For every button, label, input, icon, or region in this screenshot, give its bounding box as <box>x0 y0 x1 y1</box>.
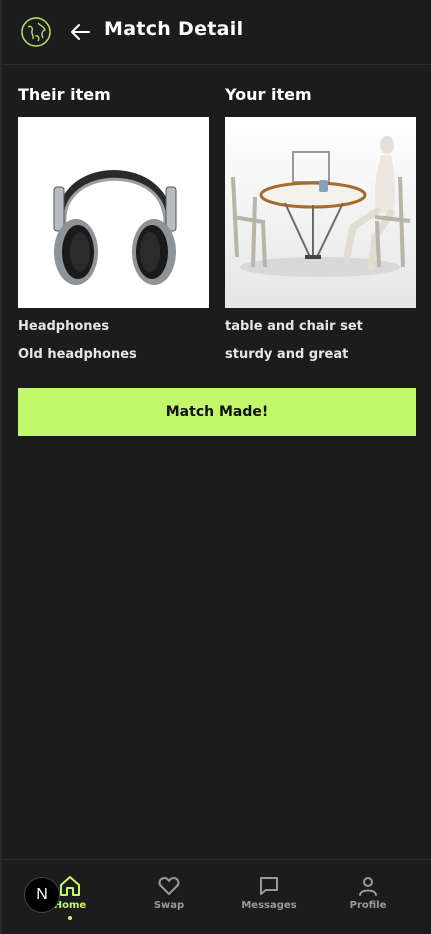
nav-item-messages[interactable]: Messages <box>229 874 309 911</box>
their-item-heading: Their item <box>18 85 111 104</box>
their-item-name: Headphones <box>18 319 110 334</box>
app-root: Match Detail Their item Headphones Old h… <box>0 0 431 934</box>
nav-item-swap[interactable]: Swap <box>129 874 209 911</box>
nav-label-profile: Profile <box>349 900 387 911</box>
table-chairs-image <box>225 117 416 308</box>
match-made-button[interactable]: Match Made! <box>18 388 416 436</box>
headphones-image <box>18 117 209 308</box>
n-badge-button[interactable]: N <box>24 877 60 913</box>
your-item-name: table and chair set <box>225 319 363 334</box>
your-item-description: sturdy and great <box>225 347 349 362</box>
globe-logo-icon[interactable] <box>20 16 52 48</box>
message-icon <box>260 877 278 895</box>
home-icon <box>60 876 80 896</box>
their-item-card: Their item Headphones Old headphones <box>18 82 209 365</box>
active-indicator-dot <box>68 916 72 920</box>
user-icon <box>359 877 377 896</box>
top-bar: Match Detail <box>2 0 431 65</box>
arrow-left-icon <box>71 24 90 40</box>
their-item-description: Old headphones <box>18 347 137 362</box>
nav-label-messages: Messages <box>241 900 297 911</box>
page-title: Match Detail <box>104 18 244 40</box>
your-item-card: Your item table and chair set sturdy and… <box>225 82 416 365</box>
bottom-nav: Home Swap Messages Profile <box>2 859 431 934</box>
heart-icon <box>158 877 180 895</box>
nav-label-swap: Swap <box>153 900 185 911</box>
your-item-heading: Your item <box>225 85 312 104</box>
nav-item-profile[interactable]: Profile <box>328 874 408 911</box>
back-button[interactable] <box>67 20 93 44</box>
